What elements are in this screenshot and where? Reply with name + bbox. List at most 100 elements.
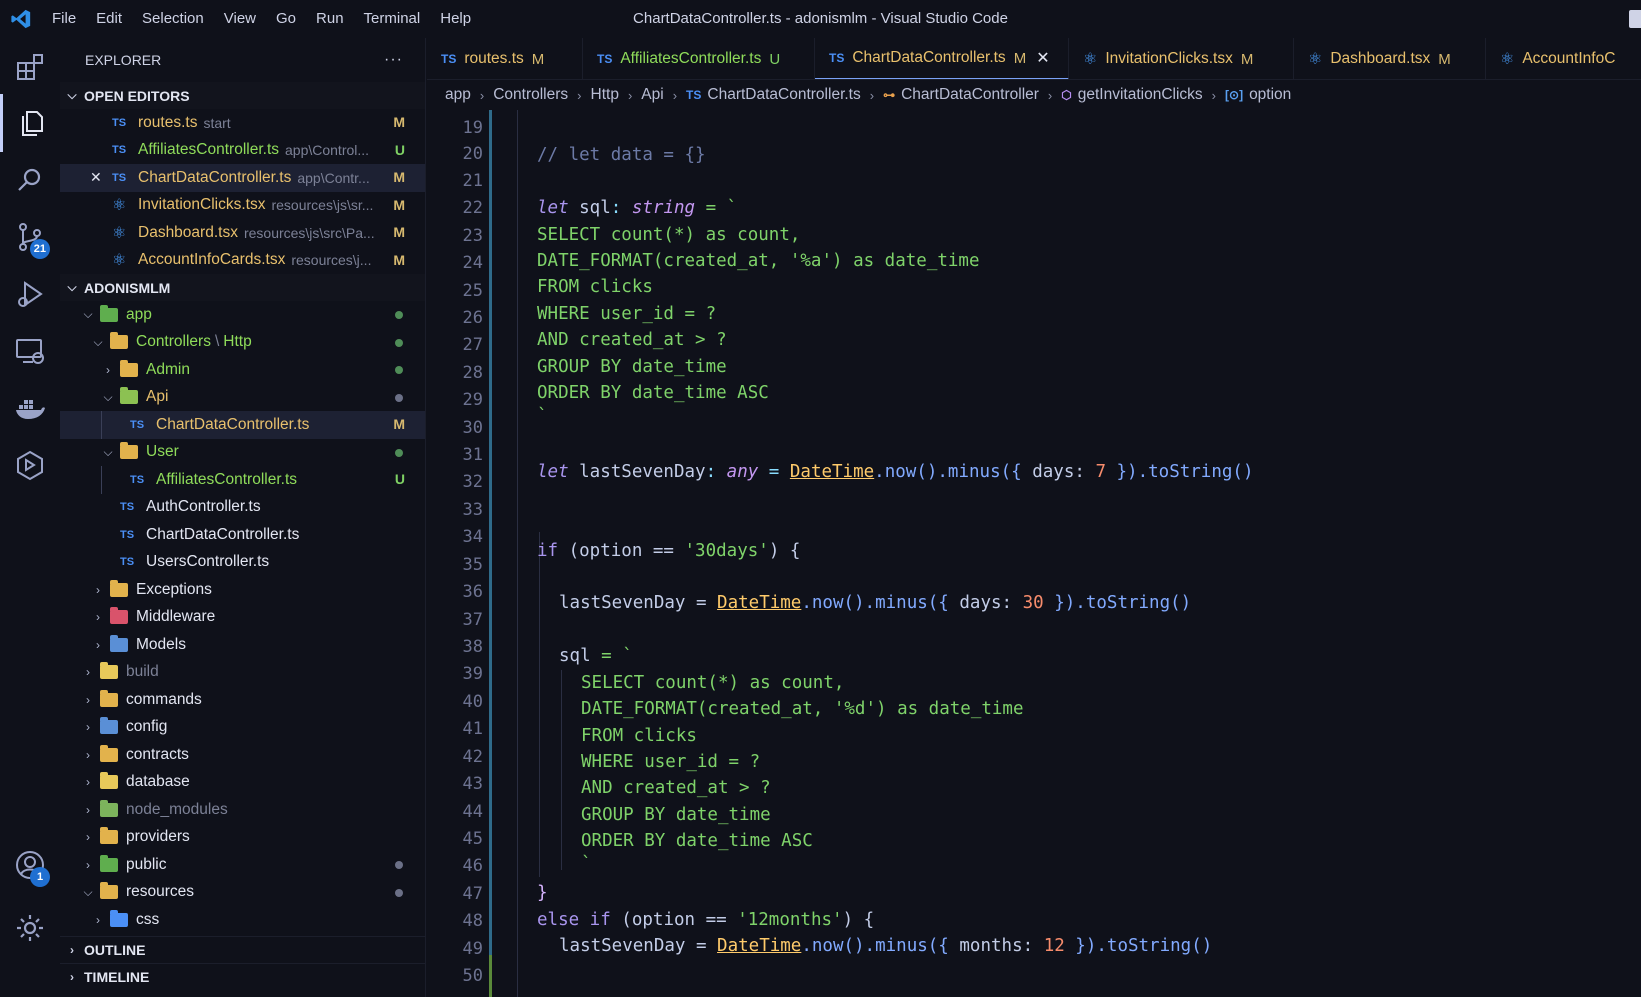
search-icon[interactable] — [0, 151, 60, 209]
extensions-icon[interactable] — [0, 38, 60, 96]
breadcrumb: app › Controllers › Http › Api › TS Char… — [427, 80, 1641, 110]
menu-edit[interactable]: Edit — [86, 0, 132, 38]
tree-folder-models[interactable]: › Models — [60, 631, 425, 659]
tab-accountinfocards[interactable]: ⚛ AccountInfoC — [1486, 38, 1641, 79]
menu-view[interactable]: View — [214, 0, 266, 38]
menu-go[interactable]: Go — [266, 0, 306, 38]
git-status-badge: M — [393, 416, 405, 432]
tree-file-auth[interactable]: TS AuthController.ts — [60, 494, 425, 522]
breadcrumb-item[interactable]: getInvitationClicks — [1078, 86, 1203, 104]
menu-selection[interactable]: Selection — [132, 0, 214, 38]
code-line-sql: DATE_FORMAT(created_at, '%a') as date_ti… — [537, 251, 980, 271]
title-bar: File Edit Selection View Go Run Terminal… — [0, 0, 1641, 38]
chevron-right-icon: › — [86, 802, 90, 817]
tab-routes[interactable]: TS routes.ts M — [427, 38, 583, 79]
code-line-sql: GROUP BY date_time — [537, 357, 727, 377]
open-editor-item[interactable]: ⚛ AccountInfoCards.tsx resources\j... M — [60, 247, 425, 275]
tab-invitationclicks[interactable]: ⚛ InvitationClicks.tsx M — [1069, 38, 1294, 79]
line-number: 28 — [462, 363, 483, 383]
tree-folder-public[interactable]: › public — [60, 851, 425, 879]
explorer-icon[interactable] — [0, 94, 60, 152]
tree-folder-app[interactable]: ⌵ app — [60, 301, 425, 329]
tree-file-chart[interactable]: TS ChartDataController.ts — [60, 521, 425, 549]
tree-folder-admin[interactable]: › Admin — [60, 356, 425, 384]
tree-folder-css[interactable]: › css — [60, 906, 425, 934]
breadcrumb-item[interactable]: Controllers — [493, 86, 568, 104]
remote-explorer-icon[interactable] — [0, 322, 60, 380]
react-file-icon: ⚛ — [1308, 51, 1323, 68]
tree-folder-commands[interactable]: › commands — [60, 686, 425, 714]
line-number: 36 — [462, 582, 483, 602]
tree-folder-user[interactable]: ⌵ User — [60, 439, 425, 467]
open-editor-path: resources\js\sr... — [271, 197, 374, 214]
line-number: 25 — [462, 281, 483, 301]
tab-chartdatacontroller[interactable]: TS ChartDataController.ts M ✕ — [815, 38, 1069, 79]
tab-manager-icon[interactable] — [0, 436, 60, 494]
breadcrumb-item[interactable]: Http — [591, 86, 619, 104]
chevron-down-icon: ⌵ — [83, 884, 93, 899]
project-section[interactable]: ⌵ ADONISMLM — [60, 274, 425, 301]
breadcrumb-item[interactable]: ChartDataController — [901, 86, 1039, 104]
tree-folder-node-modules[interactable]: › node_modules — [60, 796, 425, 824]
tree-folder-api[interactable]: ⌵ Api — [60, 384, 425, 412]
menu-run[interactable]: Run — [306, 0, 354, 38]
tab-affiliates[interactable]: TS AffiliatesController.ts U — [583, 38, 815, 79]
typescript-file-icon: TS — [120, 501, 135, 514]
open-editor-item[interactable]: ⚛ InvitationClicks.tsx resources\js\sr..… — [60, 192, 425, 220]
vscode-logo-icon[interactable] — [0, 0, 42, 38]
open-editors-section[interactable]: ⌵ OPEN EDITORS — [60, 82, 425, 109]
typescript-file-icon: TS — [112, 144, 127, 157]
tree-folder-resources[interactable]: ⌵ resources — [60, 879, 425, 907]
more-actions-icon[interactable]: ··· — [384, 51, 403, 69]
close-icon[interactable]: ✕ — [90, 169, 112, 186]
tree-folder-exceptions[interactable]: › Exceptions — [60, 576, 425, 604]
code-editor[interactable]: 18 19 20 21 22 23 24 25 26 27 28 29 30 3… — [427, 110, 1641, 997]
tree-file-users[interactable]: TS UsersController.ts — [60, 549, 425, 577]
status-dot — [395, 448, 403, 457]
tree-folder-middleware[interactable]: › Middleware — [60, 604, 425, 632]
accounts-icon[interactable]: 1 — [0, 836, 60, 894]
menu-terminal[interactable]: Terminal — [354, 0, 431, 38]
code-line: } — [537, 883, 548, 903]
breadcrumb-item[interactable]: Api — [641, 86, 663, 104]
path-separator: \ — [214, 333, 220, 351]
code-area[interactable]: // let data = {} let sql: string = ` SEL… — [497, 110, 1641, 997]
breadcrumb-item[interactable]: ChartDataController.ts — [707, 86, 860, 104]
git-status-badge: M — [393, 224, 405, 240]
source-control-icon[interactable]: 21 — [0, 208, 60, 266]
menu-file[interactable]: File — [42, 0, 86, 38]
breadcrumb-item[interactable]: app — [445, 86, 471, 104]
tree-file-api-chart[interactable]: TS ChartDataController.ts M — [60, 411, 425, 439]
outline-section[interactable]: › OUTLINE — [60, 935, 425, 963]
docker-icon[interactable] — [0, 379, 60, 437]
activity-bar: 21 1 — [0, 38, 60, 997]
tab-dashboard[interactable]: ⚛ Dashboard.tsx M — [1294, 38, 1486, 79]
open-editor-item-active[interactable]: ✕ TS ChartDataController.ts app\Contr...… — [60, 164, 425, 192]
folder-user-icon — [120, 442, 142, 461]
timeline-section[interactable]: › TIMELINE — [60, 962, 425, 990]
layout-toggle-icon[interactable] — [1629, 10, 1641, 28]
close-icon[interactable]: ✕ — [1036, 48, 1049, 68]
chevron-right-icon: › — [96, 637, 100, 652]
open-editor-name: ChartDataController.ts — [138, 168, 292, 186]
menu-help[interactable]: Help — [430, 0, 481, 38]
open-editor-item[interactable]: TS AffiliatesController.ts app\Control..… — [60, 137, 425, 165]
explorer-sidebar: EXPLORER ··· ⌵ OPEN EDITORS TS routes.ts… — [60, 38, 426, 997]
tree-folder-database[interactable]: › database — [60, 769, 425, 797]
breadcrumb-item[interactable]: option — [1249, 86, 1291, 104]
tree-file-user-affiliates[interactable]: TS AffiliatesController.ts U — [60, 466, 425, 494]
open-editor-item[interactable]: ⚛ Dashboard.tsx resources\js\src\Pa... M — [60, 219, 425, 247]
status-dot — [395, 338, 403, 347]
open-editor-item[interactable]: TS routes.ts start M — [60, 109, 425, 137]
open-editor-name: InvitationClicks.tsx — [138, 196, 266, 214]
tree-folder-build[interactable]: › build — [60, 659, 425, 687]
settings-gear-icon[interactable] — [0, 899, 60, 957]
tree-folder-providers[interactable]: › providers — [60, 824, 425, 852]
line-number: 19 — [462, 118, 483, 138]
tree-folder-config[interactable]: › config — [60, 714, 425, 742]
run-debug-icon[interactable] — [0, 265, 60, 323]
tree-folder-controllers[interactable]: ⌵ Controllers \ Http — [60, 329, 425, 357]
tree-folder-contracts[interactable]: › contracts — [60, 741, 425, 769]
open-editor-path: resources\j... — [291, 252, 372, 269]
chevron-right-icon: › — [1047, 87, 1053, 103]
